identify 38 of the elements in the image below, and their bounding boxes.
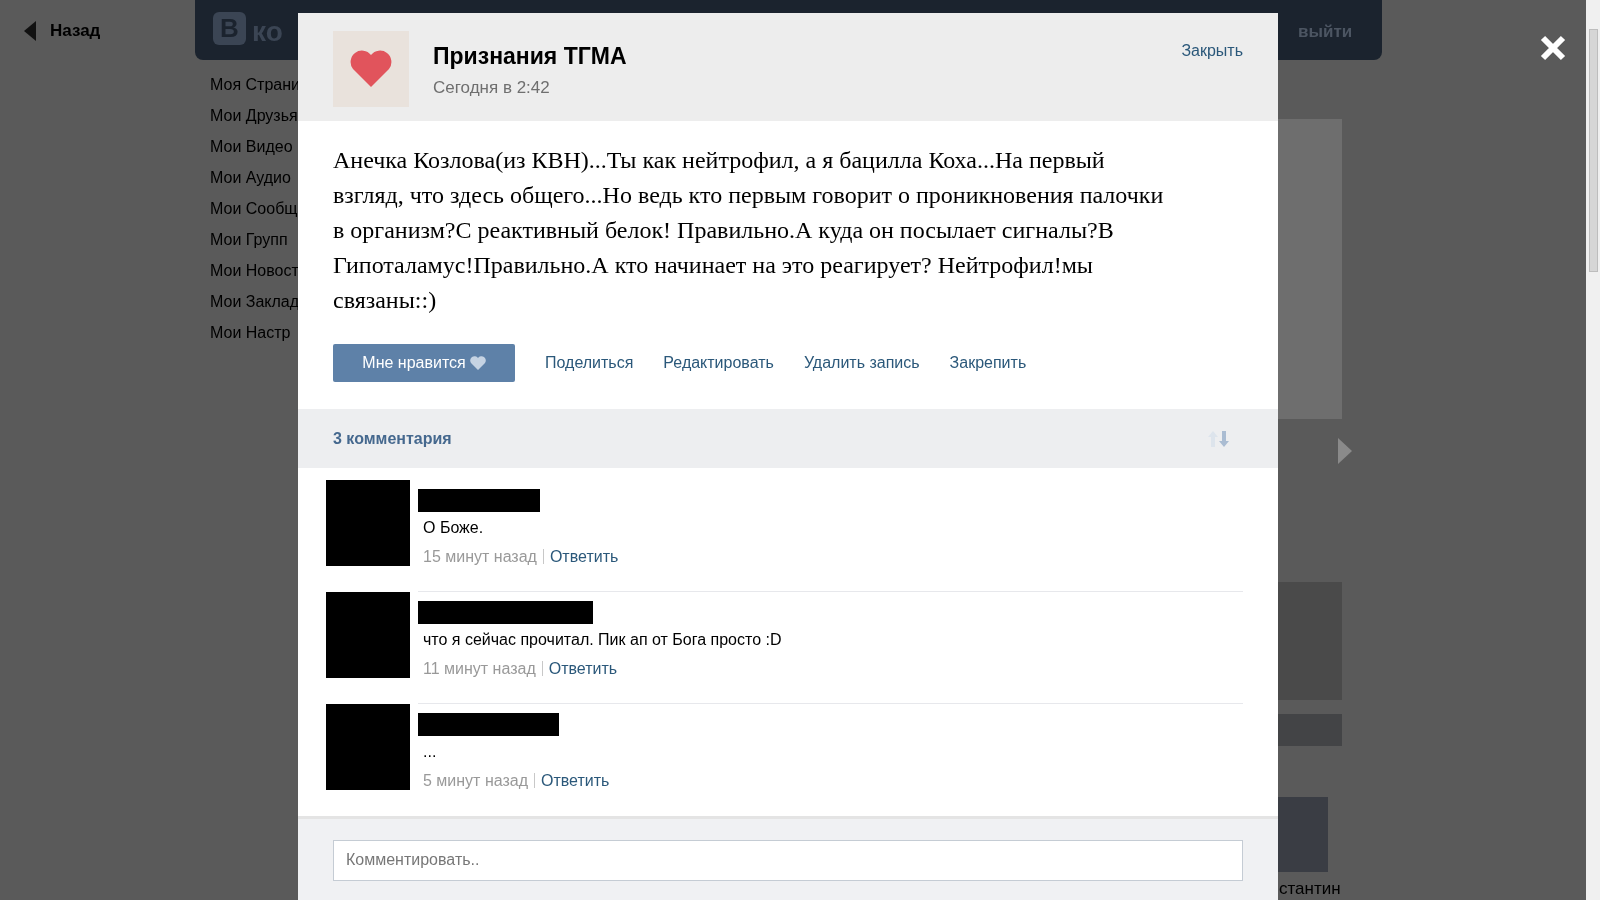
sidebar-item[interactable]: Мои Настр [210,322,300,344]
close-link[interactable]: Закрыть [1181,39,1243,63]
heart-icon [469,356,486,371]
comments-count: 3 комментария [333,428,452,449]
sidebar-item[interactable]: Мои Друзья [210,105,300,127]
back-arrow-icon [24,20,36,41]
sidebar-item[interactable]: Мои Заклад [210,291,300,313]
back-link[interactable]: Назад [24,18,101,44]
post-action-link[interactable]: Поделиться [545,351,634,376]
next-arrow-icon[interactable] [1338,438,1352,464]
sort-icon[interactable] [1207,429,1231,448]
sidebar-item[interactable]: Мои Сообщ [210,198,300,220]
like-button[interactable]: Мне нравится [333,344,515,383]
sidebar-item[interactable]: Мои Новост [210,260,300,282]
comment-time: 5 минут назад [423,770,528,791]
friend-name: стантин [1279,879,1341,899]
post-text: Анечка Козлова(из КВН)...Ты как нейтрофил, а я бацилла Коха...На первый взгляд, что здесь общего...Но ведь кто первым говорит о проникновения палочки в организм?С реактивный белок! Правильно.А куда он посылает сигналы?В Гипоталамус!Правильно.А кто начинает на это реагирует? Нейтрофил!мы связаны::) [333,146,1165,316]
comment-text: что я сейчас прочитал. Пик ап от Бога просто :D [423,629,783,650]
post-action-link[interactable]: Закрепить [949,351,1027,376]
post-action-link[interactable]: Редактировать [663,351,774,376]
comment-text: ... [423,741,438,762]
reply-link[interactable]: Ответить [549,546,619,567]
sidebar-item[interactable]: Моя Страни [210,74,300,96]
post-time: Сегодня в 2:42 [433,78,551,98]
comment-time: 11 минут назад [423,658,536,679]
reply-link[interactable]: Ответить [548,658,618,679]
comment-field[interactable]: Комментировать.. [333,839,1243,881]
comment-time: 15 минут назад [423,546,537,567]
heart-icon [349,49,393,89]
comment-text: О Боже. [423,517,485,538]
background-panel [1278,714,1342,746]
sidebar-item[interactable]: Мои Видео [210,136,300,158]
close-icon[interactable] [1540,35,1566,61]
reply-link[interactable]: Ответить [541,770,610,791]
sidebar-item[interactable]: Мои Аудио [210,167,300,189]
sidebar-item[interactable]: Мои Групп [210,229,300,251]
post-action-link[interactable]: Удалить запись [803,351,920,376]
group-name: Признания ТГМА [433,42,627,70]
